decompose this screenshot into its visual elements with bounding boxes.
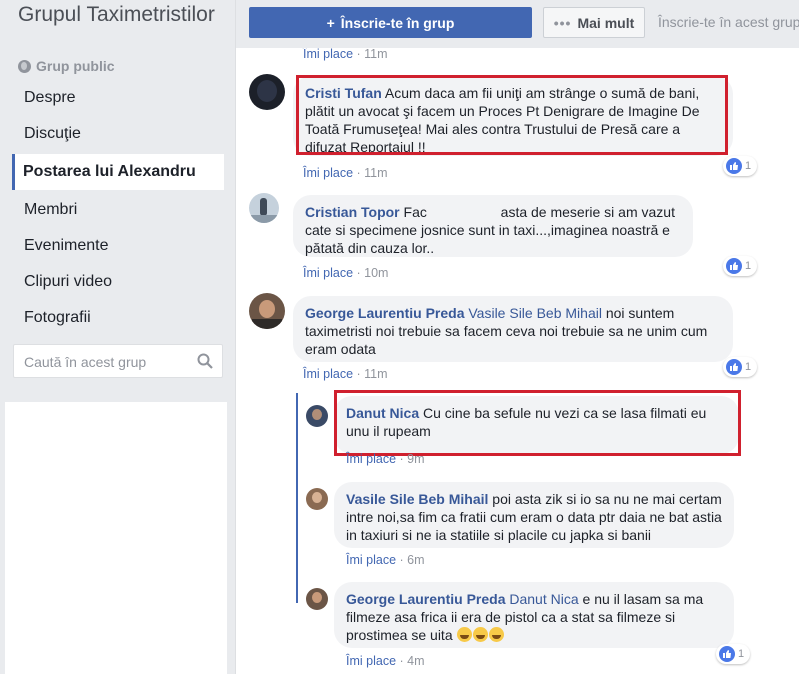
laughing-emoji-icon xyxy=(488,627,504,642)
avatar[interactable] xyxy=(249,193,279,223)
nav-item-events[interactable]: Evenimente xyxy=(12,228,224,264)
avatar[interactable] xyxy=(306,488,328,510)
avatar[interactable] xyxy=(249,293,285,329)
laughing-emoji-icon xyxy=(456,627,472,642)
reply-bubble: George Laurentiu Preda Danut Nica e nu i… xyxy=(334,582,734,648)
comment-meta: Îmi place · 10m xyxy=(303,266,389,280)
group-privacy-label: Grup public xyxy=(36,58,115,74)
group-search-input[interactable] xyxy=(24,354,194,370)
more-label: Mai mult xyxy=(577,14,635,31)
comment-meta: Îmi place · 11m xyxy=(303,367,388,381)
group-nav: Despre Discuţie Postarea lui Alexandru M… xyxy=(12,80,224,336)
reaction-count[interactable]: 1 xyxy=(716,644,750,664)
avatar[interactable] xyxy=(306,405,328,427)
nav-item-post[interactable]: Postarea lui Alexandru xyxy=(12,154,224,190)
comment-author[interactable]: Vasile Sile Beb Mihail xyxy=(346,491,488,507)
comment-meta: Îmi place · 11m xyxy=(303,48,388,61)
group-action-bar: + Înscrie-te în grup ••• Mai mult Înscri… xyxy=(236,0,799,48)
avatar[interactable] xyxy=(306,588,328,610)
globe-icon xyxy=(18,59,31,73)
comment-time[interactable]: 11m xyxy=(364,166,387,180)
thumbs-up-icon xyxy=(719,646,735,662)
reaction-count[interactable]: 1 xyxy=(723,357,757,377)
like-link[interactable]: Îmi place xyxy=(303,48,353,61)
comment-meta: Îmi place · 6m xyxy=(346,553,425,567)
comment-mention[interactable]: Vasile Sile Beb Mihail xyxy=(468,305,602,321)
like-link[interactable]: Îmi place xyxy=(303,166,353,180)
like-link[interactable]: Îmi place xyxy=(346,553,396,567)
comment-meta: Îmi place · 4m xyxy=(346,654,425,668)
comment-time[interactable]: 6m xyxy=(407,553,424,567)
like-link[interactable]: Îmi place xyxy=(303,367,353,381)
reaction-number: 1 xyxy=(745,361,752,373)
nav-item-videos[interactable]: Clipuri video xyxy=(12,264,224,300)
nav-item-photos[interactable]: Fotografii xyxy=(12,300,224,336)
search-icon[interactable] xyxy=(197,353,213,369)
group-privacy: Grup public xyxy=(18,58,115,74)
thumbs-up-icon xyxy=(726,359,742,375)
comment-text: Fac xyxy=(403,204,427,220)
thumbs-up-icon xyxy=(726,158,742,174)
nav-item-members[interactable]: Membri xyxy=(12,192,224,228)
plus-icon: + xyxy=(326,14,335,31)
comments-panel: Îmi place · 11m Cristi Tufan Acum daca a… xyxy=(236,48,799,674)
comment-author[interactable]: George Laurentiu Preda xyxy=(305,305,464,321)
like-link[interactable]: Îmi place xyxy=(346,654,396,668)
comment-meta: Îmi place · 9m xyxy=(346,452,425,466)
reply-thread-line xyxy=(296,393,298,603)
join-group-button[interactable]: + Înscrie-te în grup xyxy=(249,7,532,38)
comment-meta: Îmi place · 11m xyxy=(303,166,388,180)
comment-mention[interactable]: Danut Nica xyxy=(509,591,578,607)
nav-item-discussion[interactable]: Discuţie xyxy=(12,116,224,152)
thumbs-up-icon xyxy=(726,258,742,274)
reaction-number: 1 xyxy=(738,648,745,660)
group-title[interactable]: Grupul Taximetristilor xyxy=(18,2,228,28)
like-link[interactable]: Îmi place xyxy=(346,452,396,466)
ellipsis-icon: ••• xyxy=(553,14,572,31)
join-hint: Înscrie-te în acest grup xyxy=(658,14,799,30)
comment-time[interactable]: 10m xyxy=(364,266,388,280)
reaction-number: 1 xyxy=(745,160,752,172)
comment-time[interactable]: 4m xyxy=(407,654,424,668)
like-link[interactable]: Îmi place xyxy=(303,266,353,280)
comment-bubble: George Laurentiu Preda Vasile Sile Beb M… xyxy=(293,296,733,362)
comment-time[interactable]: 11m xyxy=(364,48,387,61)
comment-author[interactable]: George Laurentiu Preda xyxy=(346,591,505,607)
reaction-count[interactable]: 1 xyxy=(723,156,757,176)
highlight-box xyxy=(334,390,741,456)
more-button[interactable]: ••• Mai mult xyxy=(543,7,645,38)
join-group-label: Înscrie-te în grup xyxy=(340,14,455,31)
highlight-box xyxy=(296,75,728,155)
comment-time[interactable]: 11m xyxy=(364,367,387,381)
reply-bubble: Vasile Sile Beb Mihail poi asta zik si i… xyxy=(334,482,734,548)
sidebar-blank-panel xyxy=(5,402,227,674)
reaction-number: 1 xyxy=(745,260,752,272)
reaction-count[interactable]: 1 xyxy=(723,256,757,276)
comment-time[interactable]: 9m xyxy=(407,452,424,466)
avatar[interactable] xyxy=(249,74,285,110)
laughing-emoji-icon xyxy=(472,627,488,642)
comment-author[interactable]: Cristian Topor xyxy=(305,204,400,220)
comment-bubble: Cristian Topor Fac asta de meserie si am… xyxy=(293,195,693,257)
nav-item-about[interactable]: Despre xyxy=(12,80,224,116)
group-sidebar: Grupul Taximetristilor Grup public Despr… xyxy=(0,0,236,674)
group-search xyxy=(13,344,223,378)
